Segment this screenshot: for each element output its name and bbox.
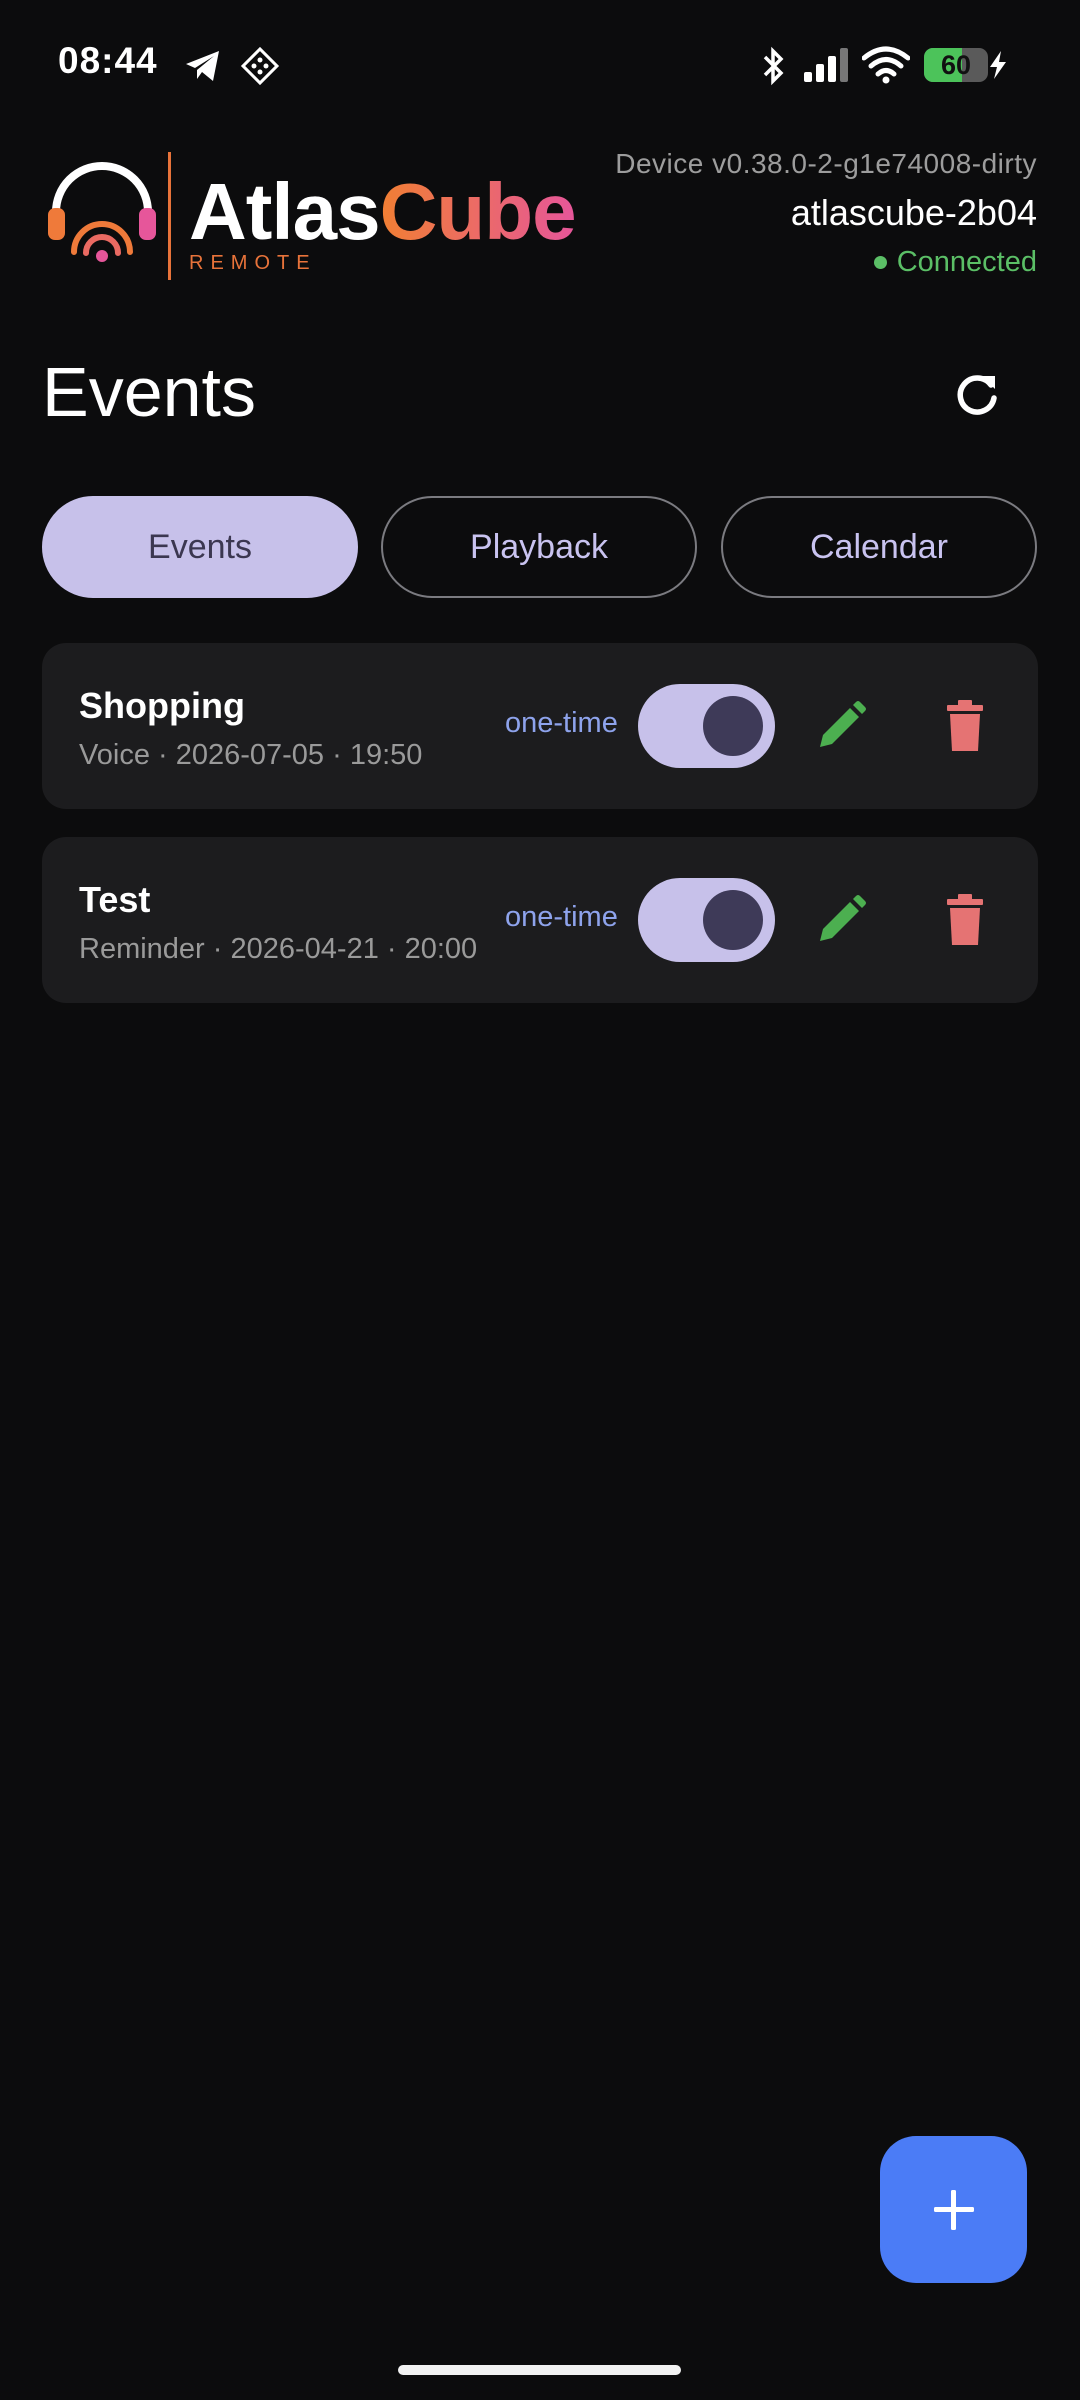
plus-icon	[933, 2189, 974, 2230]
pencil-icon	[820, 895, 866, 941]
connection-status: Connected	[615, 246, 1037, 279]
event-subtitle: Reminder · 2026-04-21 · 20:00	[79, 933, 478, 965]
trash-icon	[947, 894, 983, 945]
event-card[interactable]: Shopping Voice · 2026-07-05 · 19:50 one-…	[42, 643, 1038, 809]
connection-status-label: Connected	[896, 246, 1037, 278]
tab-playback[interactable]: Playback	[381, 496, 697, 598]
refresh-icon	[957, 375, 997, 415]
event-enabled-toggle[interactable]	[638, 878, 775, 962]
edit-button[interactable]	[808, 887, 874, 953]
atlascube-logo: AtlasCube REMOTE	[44, 150, 604, 290]
event-subtitle: Voice · 2026-07-05 · 19:50	[79, 739, 423, 771]
trash-icon	[947, 700, 983, 751]
pencil-icon	[820, 701, 866, 747]
brand-subtitle: REMOTE	[189, 252, 317, 274]
status-time: 08:44	[58, 40, 158, 81]
event-enabled-toggle[interactable]	[638, 684, 775, 768]
toggle-knob	[703, 890, 763, 950]
event-recurrence: one-time	[505, 707, 618, 739]
brand-name: AtlasCube	[189, 172, 577, 252]
device-info: Device v0.38.0-2-g1e74008-dirty atlascub…	[615, 148, 1037, 279]
wifi-icon	[862, 46, 910, 84]
delete-button[interactable]	[932, 693, 998, 759]
brand-cube: Cube	[379, 167, 577, 256]
telegram-icon	[186, 51, 219, 81]
bluetooth-icon	[763, 46, 784, 86]
battery-icon: 60	[924, 48, 988, 82]
battery-level: 60	[940, 50, 972, 80]
event-title: Shopping	[79, 685, 245, 726]
edit-button[interactable]	[808, 693, 874, 759]
toggle-knob	[703, 696, 763, 756]
event-recurrence: one-time	[505, 901, 618, 933]
add-event-button[interactable]	[880, 2136, 1027, 2283]
device-name: atlascube-2b04	[790, 192, 1037, 233]
signal-icon	[804, 48, 848, 82]
event-card[interactable]: Test Reminder · 2026-04-21 · 20:00 one-t…	[42, 837, 1038, 1003]
headphones-icon	[48, 162, 156, 262]
delete-button[interactable]	[932, 887, 998, 953]
tab-calendar[interactable]: Calendar	[721, 496, 1037, 598]
refresh-button[interactable]	[942, 360, 1012, 430]
app-icon	[240, 46, 280, 86]
page-title: Events	[42, 353, 256, 431]
tab-events[interactable]: Events	[42, 496, 358, 598]
event-title: Test	[79, 879, 151, 920]
brand-atlas: Atlas	[189, 167, 381, 256]
charging-icon	[990, 51, 1006, 79]
device-version: Device v0.38.0-2-g1e74008-dirty	[615, 148, 1037, 179]
status-dot-icon	[873, 256, 887, 269]
home-indicator[interactable]	[398, 2365, 681, 2375]
tab-bar: Events Playback Calendar	[42, 496, 1038, 598]
logo-divider	[168, 152, 171, 280]
status-bar: 08:44 60	[0, 0, 1080, 130]
